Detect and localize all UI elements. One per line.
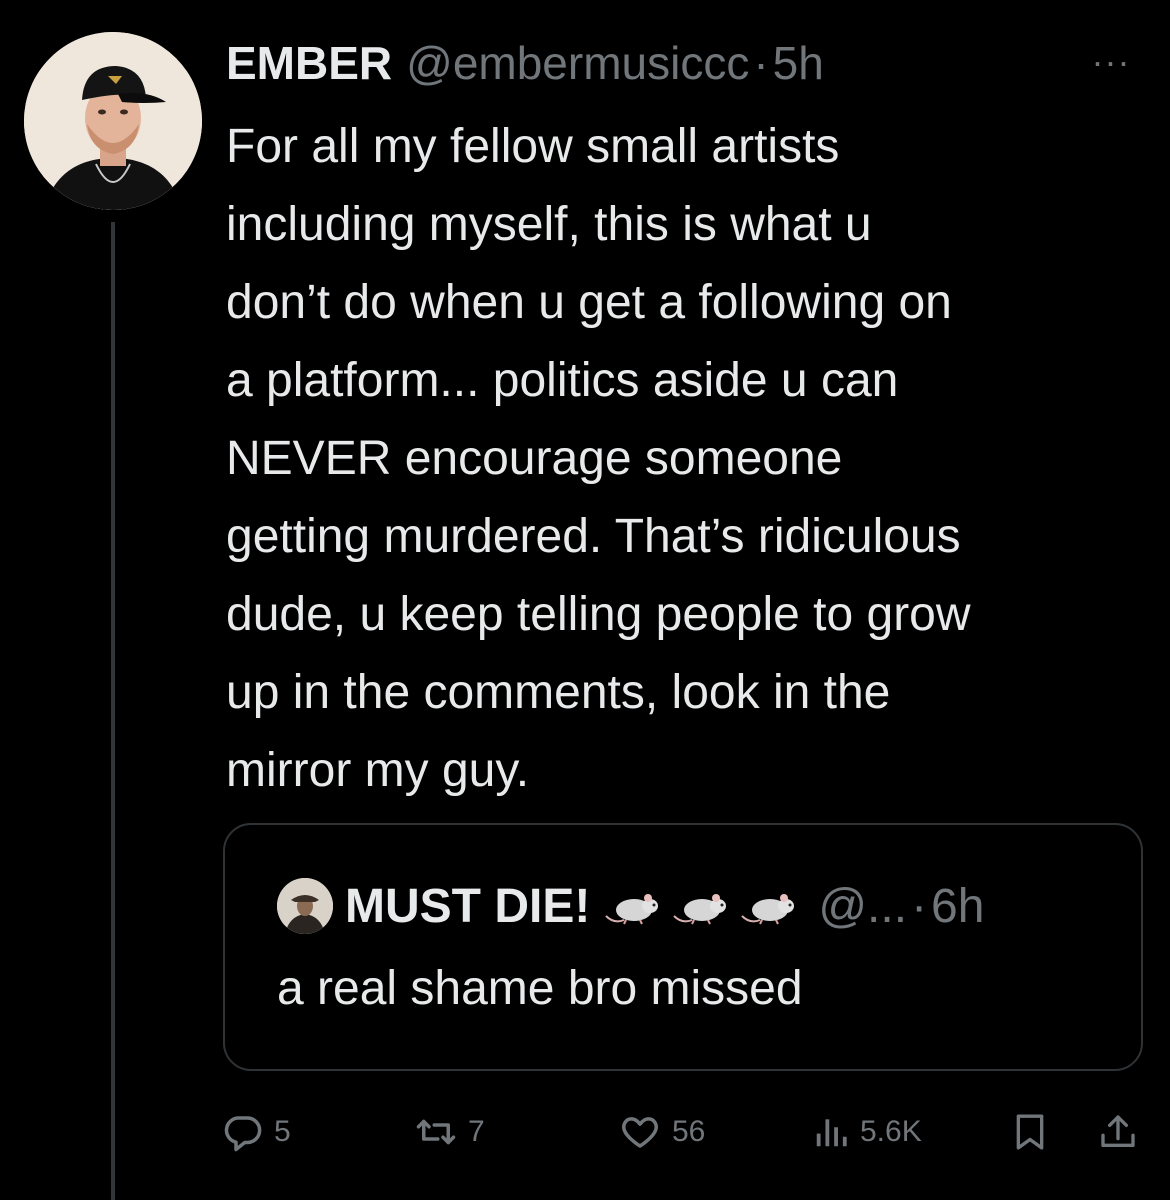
author-handle[interactable]: @embermusiccc — [406, 36, 749, 90]
reply-count: 5 — [274, 1115, 291, 1148]
more-options-button[interactable]: ··· — [1080, 40, 1142, 84]
like-button[interactable]: 56 — [618, 1104, 705, 1160]
views-count: 5.6K — [860, 1115, 922, 1148]
tweet-timestamp[interactable]: 5h — [773, 36, 824, 90]
quoted-tweet-text: a real shame bro missed — [277, 962, 803, 1015]
tweet[interactable]: EMBER @embermusiccc · 5h ··· For all my … — [0, 0, 1170, 1200]
rat-icon — [605, 894, 659, 925]
like-count: 56 — [672, 1115, 706, 1148]
retweet-icon — [416, 1119, 456, 1145]
quoted-tweet-header: MUST DIE! @... · 6h — [277, 873, 984, 939]
retweet-button[interactable]: 7 — [414, 1104, 485, 1160]
author-avatar[interactable] — [24, 32, 202, 210]
bookmark-button[interactable] — [1010, 1104, 1050, 1160]
quoted-author-display-name: MUST DIE! — [345, 879, 591, 933]
quoted-author-avatar — [277, 878, 333, 934]
share-icon — [1101, 1115, 1135, 1147]
tweet-text: For all my fellow small artists includin… — [226, 120, 971, 797]
quoted-tweet-card[interactable]: MUST DIE! @... · 6h a real shame bro mis… — [223, 823, 1143, 1071]
reply-icon — [224, 1116, 262, 1152]
bookmark-icon — [1016, 1114, 1044, 1150]
more-icon: ··· — [1091, 41, 1131, 82]
header-separator: · — [753, 37, 769, 89]
views-button[interactable]: 5.6K — [812, 1104, 922, 1160]
retweet-count: 7 — [468, 1115, 485, 1148]
quoted-author-emoji — [604, 886, 796, 926]
views-icon — [816, 1119, 847, 1147]
quoted-header-separator: · — [911, 879, 928, 933]
author-display-name[interactable]: EMBER — [226, 36, 392, 90]
share-button[interactable] — [1098, 1104, 1138, 1160]
quoted-tweet-timestamp: 6h — [931, 879, 985, 933]
avatar-photo-icon — [24, 32, 202, 210]
thread-line — [111, 222, 115, 1200]
tweet-action-bar: 5 7 56 5.6K — [222, 1104, 1152, 1160]
tweet-header: EMBER @embermusiccc · 5h — [226, 32, 824, 94]
reply-button[interactable]: 5 — [222, 1104, 291, 1160]
rat-icon — [673, 894, 727, 925]
quoted-avatar-photo-icon — [277, 878, 333, 934]
rat-icon — [741, 894, 795, 925]
heart-icon — [622, 1117, 658, 1148]
quoted-author-handle: @... — [818, 879, 908, 933]
